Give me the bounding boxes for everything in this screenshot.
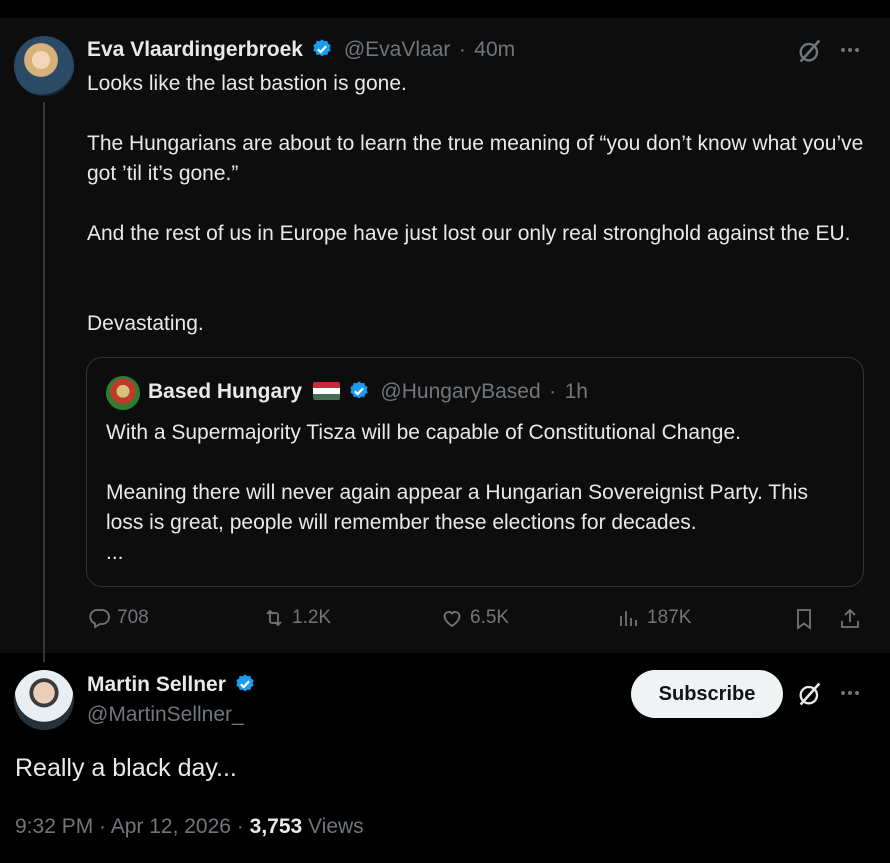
quote-avatar (106, 376, 140, 410)
separator: · (458, 38, 466, 61)
quote-text-ellipsis: ... (106, 541, 124, 564)
bookmark-icon[interactable] (792, 607, 816, 631)
post-text-p3: And the rest of us in Europe have just l… (87, 222, 851, 245)
repost-icon (266, 609, 282, 627)
avatar-martin[interactable] (14, 670, 74, 730)
post-text-p1: Looks like the last bastion is gone. (87, 72, 407, 95)
quote-text-p2: Meaning there will never again appear a … (106, 481, 808, 534)
verified-badge-icon (350, 381, 368, 399)
reply-button[interactable]: 708 (87, 606, 149, 630)
grok-icon[interactable] (796, 680, 824, 708)
hungary-flag-icon (312, 382, 340, 400)
quote-text-p1: With a Supermajority Tisza will be capab… (106, 421, 741, 444)
views-count: 3,753 (249, 815, 303, 838)
views-label: Views (308, 815, 364, 838)
quote-header: Based Hungary @HungaryBased · 1h (148, 380, 588, 404)
quote-author-name: Based Hungary (148, 380, 303, 403)
post-text-p2: The Hungarians are about to learn the tr… (87, 132, 864, 185)
verified-badge-icon (236, 674, 255, 692)
parent-post-header: Eva Vlaardingerbroek @EvaVlaar · 40m (87, 38, 515, 62)
more-icon[interactable] (838, 681, 862, 705)
author-handle[interactable]: @MartinSellner_ (87, 703, 244, 727)
post-timestamp[interactable]: 9:32 PM · Apr 12, 2026 · (15, 815, 244, 838)
grok-icon[interactable] (796, 37, 824, 65)
reply-count: 708 (117, 607, 149, 628)
quote-handle: @HungaryBased (380, 380, 541, 403)
more-icon[interactable] (838, 38, 862, 62)
main-post-author: Martin Sellner (87, 673, 256, 697)
separator: · (549, 380, 557, 403)
like-button[interactable]: 6.5K (440, 606, 509, 630)
author-name[interactable]: Eva Vlaardingerbroek (87, 38, 303, 61)
post-text-p4: Devastating. (87, 312, 204, 335)
avatar-eva[interactable] (14, 36, 74, 96)
reply-icon (89, 609, 110, 629)
views-count: 187K (647, 607, 692, 628)
verified-badge-icon (313, 39, 332, 57)
thread-line (43, 102, 45, 662)
author-handle[interactable]: @EvaVlaar (344, 38, 451, 61)
repost-button[interactable]: 1.2K (262, 606, 331, 630)
author-name[interactable]: Martin Sellner (87, 673, 226, 696)
subscribe-button[interactable]: Subscribe (631, 670, 783, 718)
like-count: 6.5K (470, 607, 510, 628)
quote-time: 1h (564, 380, 588, 403)
main-post-text: Really a black day... (15, 754, 237, 782)
share-icon[interactable] (838, 607, 862, 631)
views-icon (620, 611, 637, 626)
post-time[interactable]: 40m (474, 38, 515, 61)
quoted-post[interactable]: Based Hungary @HungaryBased · 1h With a … (86, 357, 864, 587)
action-bar: 708 1.2K 6.5K 187K (0, 604, 890, 640)
repost-count: 1.2K (292, 607, 332, 628)
post-meta: 9:32 PM · Apr 12, 2026 · 3,753 Views (15, 815, 364, 839)
views-button[interactable]: 187K (617, 606, 691, 630)
like-icon (443, 611, 461, 628)
